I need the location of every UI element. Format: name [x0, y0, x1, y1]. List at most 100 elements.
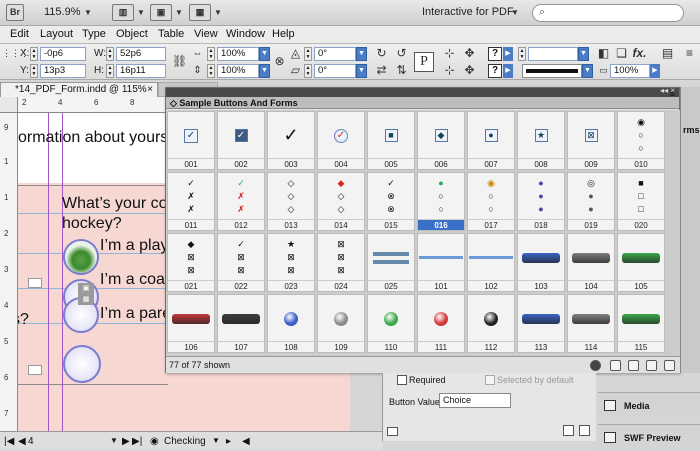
arrange-dropdown-icon[interactable]: ▼	[214, 8, 222, 17]
fill-unknown-icon[interactable]: ?	[488, 47, 502, 61]
screen-mode-dropdown-icon[interactable]: ▼	[175, 8, 183, 17]
search-input[interactable]: ⌕	[532, 4, 684, 22]
library-item-019[interactable]: ◎ ● ● 019	[567, 172, 615, 231]
x-field[interactable]: -0p6	[40, 47, 86, 61]
opacity-icon[interactable]: ❏	[614, 46, 629, 61]
library-item-011[interactable]: ✓ ✗ ✗ 011	[167, 172, 215, 231]
preflight-dropdown-icon[interactable]: ▼	[212, 436, 220, 445]
library-item-006[interactable]: ◆ 006	[417, 111, 465, 170]
radio-button-extra[interactable]	[63, 345, 101, 383]
canvas-edge-text[interactable]: s?	[18, 311, 29, 329]
library-item-112[interactable]: 112	[467, 294, 515, 353]
screen-mode-icon[interactable]: ▣	[150, 4, 172, 21]
effects-fx-icon[interactable]: fx.	[632, 46, 647, 61]
library-item-021[interactable]: ◆ ⊠ ⊠ 021	[167, 233, 215, 292]
library-item-013[interactable]: ◇ ◇ ◇ 013	[267, 172, 315, 231]
library-item-003[interactable]: ✓ 003	[267, 111, 315, 170]
bridge-logo-icon[interactable]: Br	[6, 4, 24, 21]
ruler-origin[interactable]	[0, 97, 18, 113]
document-canvas[interactable]: ormation about yourse What’s your con ho…	[18, 113, 168, 431]
width-field[interactable]: 52p6	[116, 47, 166, 61]
scale-y-stepper[interactable]: ▲ ▼	[207, 64, 215, 78]
library-item-014[interactable]: ◆ ◇ ◇ 014	[317, 172, 365, 231]
zoom-level[interactable]: 115.9%	[44, 6, 81, 18]
width-stepper[interactable]: ▲ ▼	[106, 47, 114, 61]
library-item-025[interactable]: 025	[367, 233, 415, 292]
shear-dropdown-icon[interactable]: ▼	[356, 64, 367, 78]
library-item-020[interactable]: ■ □ □ 020	[617, 172, 665, 231]
reference-point-icon[interactable]: ⋮⋮⋮	[2, 46, 29, 61]
library-item-018[interactable]: ● ● ● 018	[517, 172, 565, 231]
page-dropdown-icon[interactable]: ▼	[110, 436, 118, 445]
workspace-dropdown-icon[interactable]: ▼	[511, 8, 519, 17]
height-stepper[interactable]: ▲ ▼	[106, 64, 114, 78]
library-item-103[interactable]: 103	[517, 233, 565, 292]
library-item-107[interactable]: 107	[217, 294, 265, 353]
library-item-105[interactable]: 105	[617, 233, 665, 292]
library-item-005[interactable]: ■ 005	[367, 111, 415, 170]
stroke-type-field[interactable]	[522, 64, 582, 78]
view-dropdown-icon[interactable]: ▼	[137, 8, 145, 17]
preflight-status[interactable]: Checking	[164, 436, 206, 447]
library-item-108[interactable]: 108	[267, 294, 315, 353]
fill-swatch-arrow-icon[interactable]: ▶	[503, 47, 513, 61]
library-item-008[interactable]: ★ 008	[517, 111, 565, 170]
preview-icon[interactable]	[387, 427, 398, 436]
option-player[interactable]: I’m a playe	[100, 237, 168, 255]
button-value-input[interactable]: Choice	[439, 393, 511, 408]
rotate-counterclockwise-icon[interactable]: ↺	[394, 46, 409, 61]
page-number[interactable]: 4	[28, 436, 34, 447]
canvas-question-line1[interactable]: What’s your con	[62, 195, 168, 213]
library-item-111[interactable]: 111	[417, 294, 465, 353]
swf-preview-panel-tab[interactable]: SWF Preview	[598, 424, 700, 450]
select-container-icon[interactable]: ⊹	[442, 46, 457, 61]
shear-stepper[interactable]: ▲ ▼	[304, 64, 312, 78]
delete-button-icon[interactable]	[579, 425, 590, 436]
last-page-icon[interactable]: ▶|	[132, 436, 142, 447]
view-options-icon[interactable]: ▥	[112, 4, 134, 21]
library-item-010[interactable]: ◉ ○ ○ 010	[617, 111, 665, 170]
library-item-012[interactable]: ✓ ✗ ✗ 012	[217, 172, 265, 231]
form-field-icon[interactable]	[28, 278, 42, 288]
library-item-106[interactable]: 106	[167, 294, 215, 353]
library-item-113[interactable]: 113	[517, 294, 565, 353]
menu-object[interactable]: Object	[116, 28, 148, 40]
stroke-unknown-icon[interactable]: ?	[488, 64, 502, 78]
library-item-004[interactable]: ✓ 004	[317, 111, 365, 170]
scale-y-field[interactable]: 100%	[217, 64, 259, 78]
library-item-015[interactable]: ✓ ⊗ ⊗ 015	[367, 172, 415, 231]
library-item-109[interactable]: 109	[317, 294, 365, 353]
library-item-023[interactable]: ★ ⊠ ⊠ 023	[267, 233, 315, 292]
stroke-weight-stepper[interactable]: ▲ ▼	[518, 47, 526, 61]
convert-object-icon[interactable]	[563, 425, 574, 436]
select-content-icon[interactable]: ✥	[462, 46, 477, 61]
opacity-arrow-icon[interactable]: ▶	[650, 64, 660, 78]
y-field[interactable]: 13p3	[40, 64, 86, 78]
library-item-104[interactable]: 104	[567, 233, 615, 292]
selected-default-checkbox[interactable]	[485, 375, 495, 385]
scale-x-field[interactable]: 100%	[217, 47, 259, 61]
menu-window[interactable]: Window	[226, 28, 265, 40]
library-item-115[interactable]: 115	[617, 294, 665, 353]
first-page-icon[interactable]: |◀	[4, 436, 14, 447]
zoom-dropdown-icon[interactable]: ▼	[84, 8, 92, 17]
library-item-114[interactable]: 114	[567, 294, 615, 353]
canvas-question-line2[interactable]: hockey?	[62, 215, 122, 233]
scroll-left-icon[interactable]: ◀	[242, 436, 250, 447]
shear-field[interactable]: 0°	[314, 64, 356, 78]
rotate-field[interactable]: 0°	[314, 47, 356, 61]
x-stepper[interactable]: ▲ ▼	[30, 47, 38, 61]
open-preflight-icon[interactable]: ▸	[226, 436, 231, 447]
menu-view[interactable]: View	[194, 28, 218, 40]
menu-help[interactable]: Help	[272, 28, 295, 40]
scale-y-dropdown-icon[interactable]: ▼	[259, 64, 270, 78]
form-field-icon[interactable]	[28, 365, 42, 375]
menu-type[interactable]: Type	[82, 28, 106, 40]
menu-table[interactable]: Table	[158, 28, 184, 40]
workspace-switcher[interactable]: Interactive for PDF	[422, 6, 514, 18]
select-next-icon[interactable]: ✥	[462, 63, 477, 78]
info-icon[interactable]	[590, 360, 601, 371]
select-previous-icon[interactable]: ⊹	[442, 63, 457, 78]
option-parent[interactable]: I’m a pare	[100, 305, 168, 323]
stroke-type-dropdown-icon[interactable]: ▼	[582, 64, 593, 78]
